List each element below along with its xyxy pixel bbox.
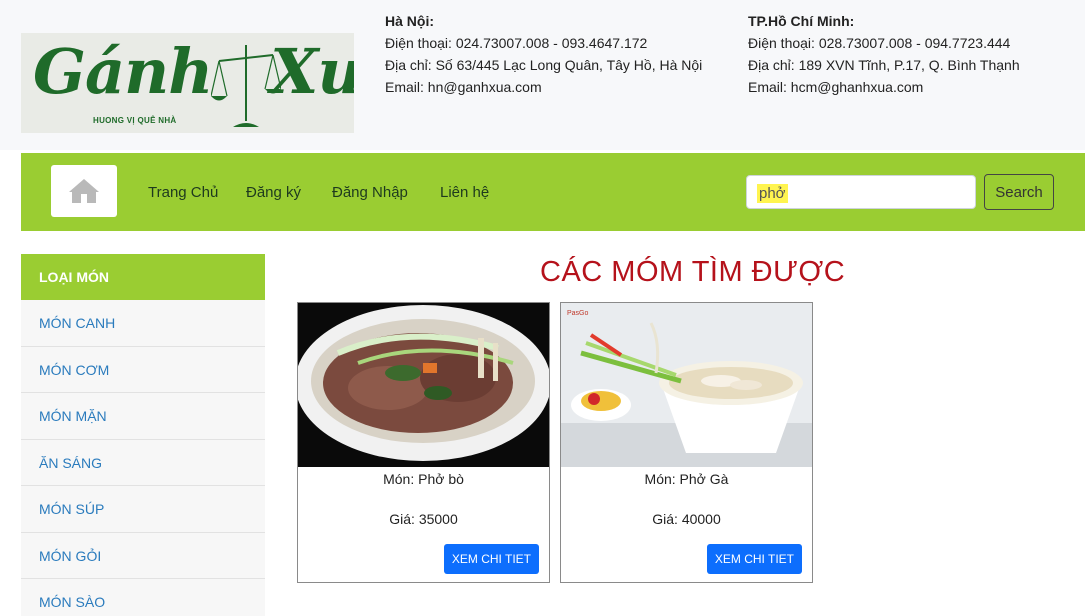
view-detail-button[interactable]: XEM CHI TIET — [706, 544, 802, 574]
food-price: Giá: 35000 — [389, 511, 458, 527]
contact-phone: Điện thoại: 028.73007.008 - 094.7723.444 — [748, 35, 1011, 51]
site-header: Gánh Xưa HUONG VỊ QUÊ NHÀ Hà Nội: Điện th… — [0, 0, 1085, 150]
scale-icon — [211, 45, 281, 127]
contact-hcm: TP.Hồ Chí Minh: Điện thoại: 028.73007.00… — [748, 10, 1020, 98]
contact-city: Hà Nội: — [385, 13, 434, 29]
sidebar-title: LOẠI MÓN — [21, 254, 265, 300]
food-name: Món: Phở Gà — [644, 471, 729, 487]
contact-email: Email: hcm@ghanhxua.com — [748, 79, 924, 95]
sidebar-item-mon-canh[interactable]: MÓN CANH — [21, 300, 265, 347]
food-name: Món: Phở bò — [383, 471, 464, 487]
sidebar-item-an-sang[interactable]: ĂN SÁNG — [21, 439, 265, 486]
logo-tagline: HUONG VỊ QUÊ NHÀ — [93, 116, 177, 125]
sidebar-item-mon-goi[interactable]: MÓN GỎI — [21, 532, 265, 579]
sidebar-item-mon-com[interactable]: MÓN CƠM — [21, 346, 265, 393]
page-title: CÁC MÓM TÌM ĐƯỢC — [540, 256, 846, 288]
logo-wordmark: Gánh Xưa — [33, 35, 354, 108]
logo-name-part1: Gánh — [33, 35, 213, 108]
category-sidebar: LOẠI MÓN MÓN CANH MÓN CƠM MÓN MẶN ĂN SÁN… — [21, 254, 265, 616]
food-image-pho-bo[interactable] — [298, 303, 549, 467]
contact-hanoi: Hà Nội: Điện thoại: 024.73007.008 - 093.… — [385, 10, 702, 98]
main-navbar: Trang Chủ Đăng ký Đăng Nhập Liên hệ phở … — [21, 153, 1085, 231]
nav-link-home[interactable]: Trang Chủ — [148, 184, 218, 201]
search-button[interactable]: Search — [984, 174, 1054, 210]
food-card: PasGo Món: Phở Gà Giá: 40000 XEM CHI TIE… — [560, 302, 813, 583]
sidebar-item-mon-sao[interactable]: MÓN SÀO — [21, 579, 265, 616]
nav-link-login[interactable]: Đăng Nhập — [332, 184, 408, 201]
food-image-pho-ga[interactable]: PasGo — [561, 303, 812, 467]
logo-name-part2: Xưa — [270, 35, 354, 108]
home-icon — [69, 179, 99, 203]
svg-text:PasGo: PasGo — [567, 310, 589, 317]
contact-phone: Điện thoại: 024.73007.008 - 093.4647.172 — [385, 35, 648, 51]
search-input[interactable]: phở — [746, 175, 976, 209]
food-card: Món: Phở bò Giá: 35000 XEM CHI TIET — [297, 302, 550, 583]
nav-link-contact[interactable]: Liên hệ — [440, 184, 489, 201]
contact-city: TP.Hồ Chí Minh: — [748, 13, 855, 29]
nav-link-register[interactable]: Đăng ký — [246, 184, 301, 201]
contact-address: Địa chỉ: 189 XVN Tĩnh, P.17, Q. Bình Thạ… — [748, 57, 1020, 73]
site-logo[interactable]: Gánh Xưa HUONG VỊ QUÊ NHÀ — [21, 33, 354, 133]
sidebar-item-mon-sup[interactable]: MÓN SÚP — [21, 486, 265, 533]
contact-email: Email: hn@ganhxua.com — [385, 79, 542, 95]
view-detail-button[interactable]: XEM CHI TIET — [443, 544, 539, 574]
home-button[interactable] — [51, 165, 117, 217]
sidebar-item-mon-man[interactable]: MÓN MẶN — [21, 393, 265, 440]
food-price: Giá: 40000 — [652, 511, 721, 527]
search-input-value: phở — [757, 184, 788, 203]
contact-address: Địa chỉ: Số 63/445 Lạc Long Quân, Tây Hồ… — [385, 57, 703, 73]
